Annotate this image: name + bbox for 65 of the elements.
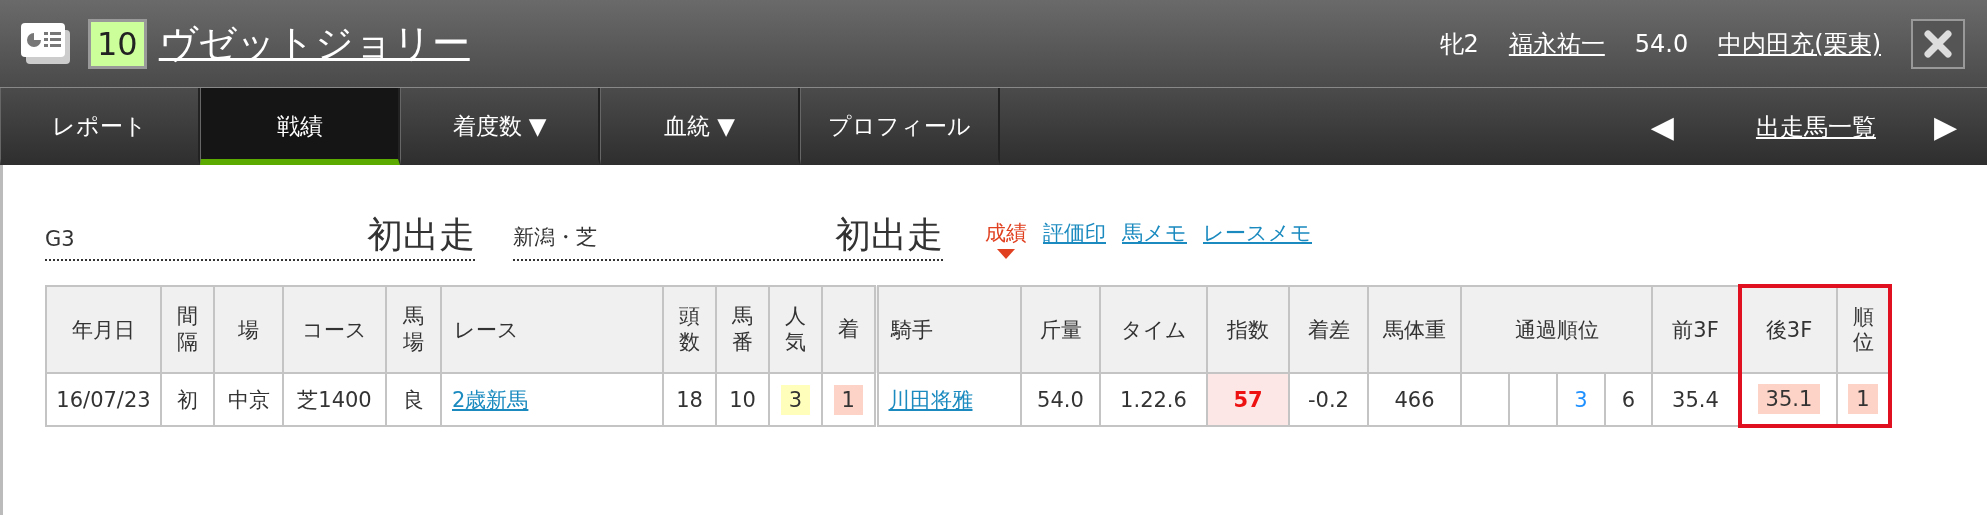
caret-icon: [997, 249, 1015, 259]
column-header: 通過順位: [1514, 317, 1599, 342]
table-cell: 466: [1394, 387, 1435, 412]
column-header: 指数: [1227, 317, 1269, 342]
table-cell: 10: [729, 387, 756, 412]
table-cell: 中京: [227, 387, 270, 412]
column-header: 人気: [785, 304, 806, 355]
table-cell: 54.0: [1037, 387, 1084, 412]
next-button[interactable]: ▶: [1933, 109, 1957, 144]
column-header: レース: [454, 317, 519, 342]
trainer-link[interactable]: 中内田充(栗東): [1718, 27, 1881, 60]
horse-name-link[interactable]: ヴゼットジョリー: [158, 18, 470, 69]
tab[interactable]: プロフィール: [800, 88, 1000, 165]
column-header: 順位: [1852, 304, 1874, 356]
runner-list-link[interactable]: 出走馬一覧: [1755, 110, 1876, 143]
rank-badge: 35.1: [1757, 384, 1821, 414]
table-cell: 35.4: [1672, 387, 1719, 412]
table-cell: 初: [177, 387, 198, 412]
close-button[interactable]: [1911, 18, 1965, 69]
tab[interactable]: 着度数 ▼: [400, 88, 600, 165]
popularity-badge: 3: [780, 384, 811, 415]
column-header: 後3F: [1765, 318, 1813, 342]
race-link[interactable]: 2歳新馬: [452, 387, 529, 412]
column-header: 騎手: [890, 317, 933, 342]
section-link[interactable]: レースメモ: [1203, 221, 1312, 245]
column-header: 着: [837, 316, 859, 343]
column-header: 馬場: [403, 304, 424, 355]
field-label: 新潟・芝: [513, 224, 597, 251]
table-cell: 1.22.6: [1120, 387, 1187, 412]
field-value: 初出走: [835, 215, 943, 255]
passing-order: 6: [1621, 387, 1636, 412]
section-link[interactable]: 馬メモ: [1122, 221, 1187, 245]
card-icon[interactable]: [20, 21, 72, 66]
column-header: 着差: [1307, 317, 1350, 342]
field-value: 初出走: [367, 215, 475, 255]
index-value: 57: [1233, 387, 1263, 412]
column-header: 前3F: [1672, 317, 1719, 342]
previous-button[interactable]: ◀: [1650, 109, 1674, 144]
section-link[interactable]: 成績: [985, 221, 1027, 245]
sex-age: 牝2: [1439, 28, 1479, 60]
rank-badge: 1: [833, 384, 863, 415]
close-icon: [1924, 29, 1952, 58]
passing-order: 3: [1574, 387, 1588, 412]
table-cell: 16/07/23: [56, 387, 151, 412]
tab[interactable]: 血統 ▼: [600, 88, 800, 165]
column-header: 馬体重: [1383, 317, 1446, 342]
tab[interactable]: 戦績: [200, 88, 400, 165]
column-header: 間隔: [177, 304, 198, 355]
table-cell: 良: [403, 387, 424, 412]
column-header: コース: [302, 317, 367, 342]
rank-badge: 1: [1848, 384, 1878, 414]
weight: 54.0: [1634, 29, 1689, 58]
jockey-link[interactable]: 福永祐一: [1508, 27, 1605, 60]
column-header: 馬番: [732, 304, 753, 355]
column-header: 頭数: [679, 304, 700, 355]
table-cell: -0.2: [1308, 387, 1349, 412]
section-link[interactable]: 評価印: [1043, 221, 1106, 245]
column-header: 場: [238, 317, 259, 342]
column-header: 斤量: [1039, 317, 1082, 342]
field-label: G3: [45, 227, 75, 251]
horse-number: 10: [88, 18, 147, 69]
column-header: タイム: [1120, 317, 1187, 342]
column-header: 年月日: [72, 317, 135, 342]
table-cell: 芝1400: [297, 387, 372, 412]
table-cell: 18: [676, 387, 703, 412]
